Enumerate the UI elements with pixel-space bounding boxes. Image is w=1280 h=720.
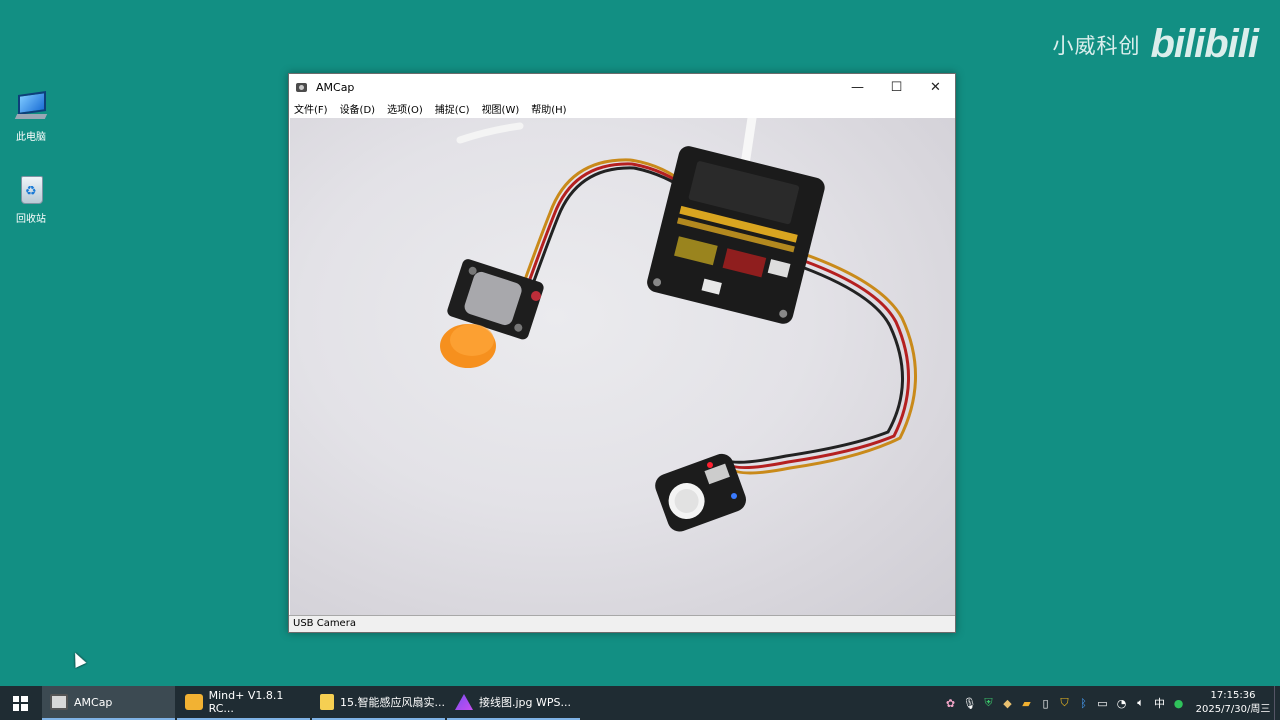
wechat-icon[interactable]: ●	[1169, 695, 1188, 711]
menu-help[interactable]: 帮助(H)	[531, 101, 566, 116]
taskbar: AMCap Mind+ V1.8.1 RC... 15.智能感应风扇实... 接…	[0, 686, 1280, 720]
desktop-icon-label: 此电脑	[16, 132, 46, 143]
desktop-icon-recycle-bin[interactable]: ♻ 回收站	[8, 172, 54, 225]
watermark-brand-text: 小威科创	[1052, 33, 1141, 58]
minimize-button[interactable]: —	[838, 74, 877, 100]
mindplus-app-icon	[185, 694, 203, 710]
bilibili-logo: bilibili	[1150, 22, 1259, 66]
windows-logo-icon	[12, 695, 28, 711]
close-button[interactable]: ✕	[916, 74, 955, 100]
taskbar-item-folder[interactable]: 15.智能感应风扇实...	[312, 686, 445, 720]
clock[interactable]: 17:15:36 2025/7/30/周三	[1192, 689, 1274, 717]
security-shield-icon[interactable]: ⛨	[979, 695, 998, 711]
cat-app-icon[interactable]: ◆	[998, 695, 1017, 711]
camera-frame-image	[440, 118, 917, 532]
antivirus-shield-icon[interactable]: ⛉	[1055, 695, 1074, 711]
taskbar-item-amcap[interactable]: AMCap	[42, 686, 175, 720]
flower-app-icon[interactable]: ✿	[941, 695, 960, 711]
status-bar: USB Camera	[289, 615, 955, 632]
menu-bar: 文件(F) 设备(D) 选项(O) 捕捉(C) 视图(W) 帮助(H)	[289, 100, 955, 117]
taskbar-item-label: AMCap	[74, 695, 113, 709]
battery-icon[interactable]: ▭	[1093, 695, 1112, 711]
wps-image-icon	[455, 694, 473, 710]
wifi-icon[interactable]: ◔	[1112, 695, 1131, 711]
camera-app-icon	[50, 694, 68, 710]
folder-icon	[320, 694, 334, 710]
recycle-bin-icon: ♻	[14, 172, 48, 206]
start-button[interactable]	[0, 686, 40, 720]
usb-device-icon[interactable]: ▯	[1036, 695, 1055, 711]
window-titlebar[interactable]: AMCap — ☐ ✕	[289, 74, 955, 100]
clock-date: 2025/7/30/周三	[1195, 704, 1271, 715]
microphone-icon[interactable]: 🎙︎	[960, 695, 979, 711]
camera-preview	[290, 118, 955, 615]
channel-watermark: 小威科创 bilibili	[1052, 22, 1259, 67]
maximize-button[interactable]: ☐	[877, 74, 916, 100]
taskbar-item-wps-image[interactable]: 接线图.jpg WPS...	[447, 686, 580, 720]
taskbar-item-label: Mind+ V1.8.1 RC...	[208, 689, 284, 715]
amcap-window: AMCap — ☐ ✕ 文件(F) 设备(D) 选项(O) 捕捉(C) 视图(W…	[288, 73, 956, 633]
desktop-icon-label: 回收站	[16, 214, 46, 225]
taskbar-item-label: 15.智能感应风扇实...	[340, 696, 445, 709]
taskbar-item-label: 接线图.jpg WPS...	[479, 696, 571, 709]
menu-file[interactable]: 文件(F)	[294, 101, 328, 116]
menu-capture[interactable]: 捕捉(C)	[435, 101, 470, 116]
menu-options[interactable]: 选项(O)	[387, 101, 423, 116]
taskbar-item-mindplus[interactable]: Mind+ V1.8.1 RC...	[177, 686, 310, 720]
volume-icon[interactable]: 🔈︎	[1131, 695, 1150, 711]
clock-time: 17:15:36	[1210, 690, 1256, 701]
computer-icon	[14, 90, 48, 124]
system-tray: ✿ 🎙︎ ⛨ ◆ ▰ ▯ ⛉ ᛒ ▭ ◔ 🔈︎ 中 ● 17:15:36 202…	[941, 686, 1280, 720]
desktop-icon-this-pc[interactable]: 此电脑	[8, 90, 54, 143]
menu-view[interactable]: 视图(W)	[482, 101, 520, 116]
window-title: AMCap	[316, 80, 355, 94]
ime-indicator[interactable]: 中	[1150, 695, 1169, 711]
camera-app-icon	[295, 80, 311, 94]
folder-tray-icon[interactable]: ▰	[1017, 695, 1036, 711]
menu-devices[interactable]: 设备(D)	[340, 101, 376, 116]
mouse-cursor-icon	[69, 650, 87, 668]
show-desktop-button[interactable]	[1274, 686, 1280, 720]
bluetooth-icon[interactable]: ᛒ	[1074, 695, 1093, 711]
